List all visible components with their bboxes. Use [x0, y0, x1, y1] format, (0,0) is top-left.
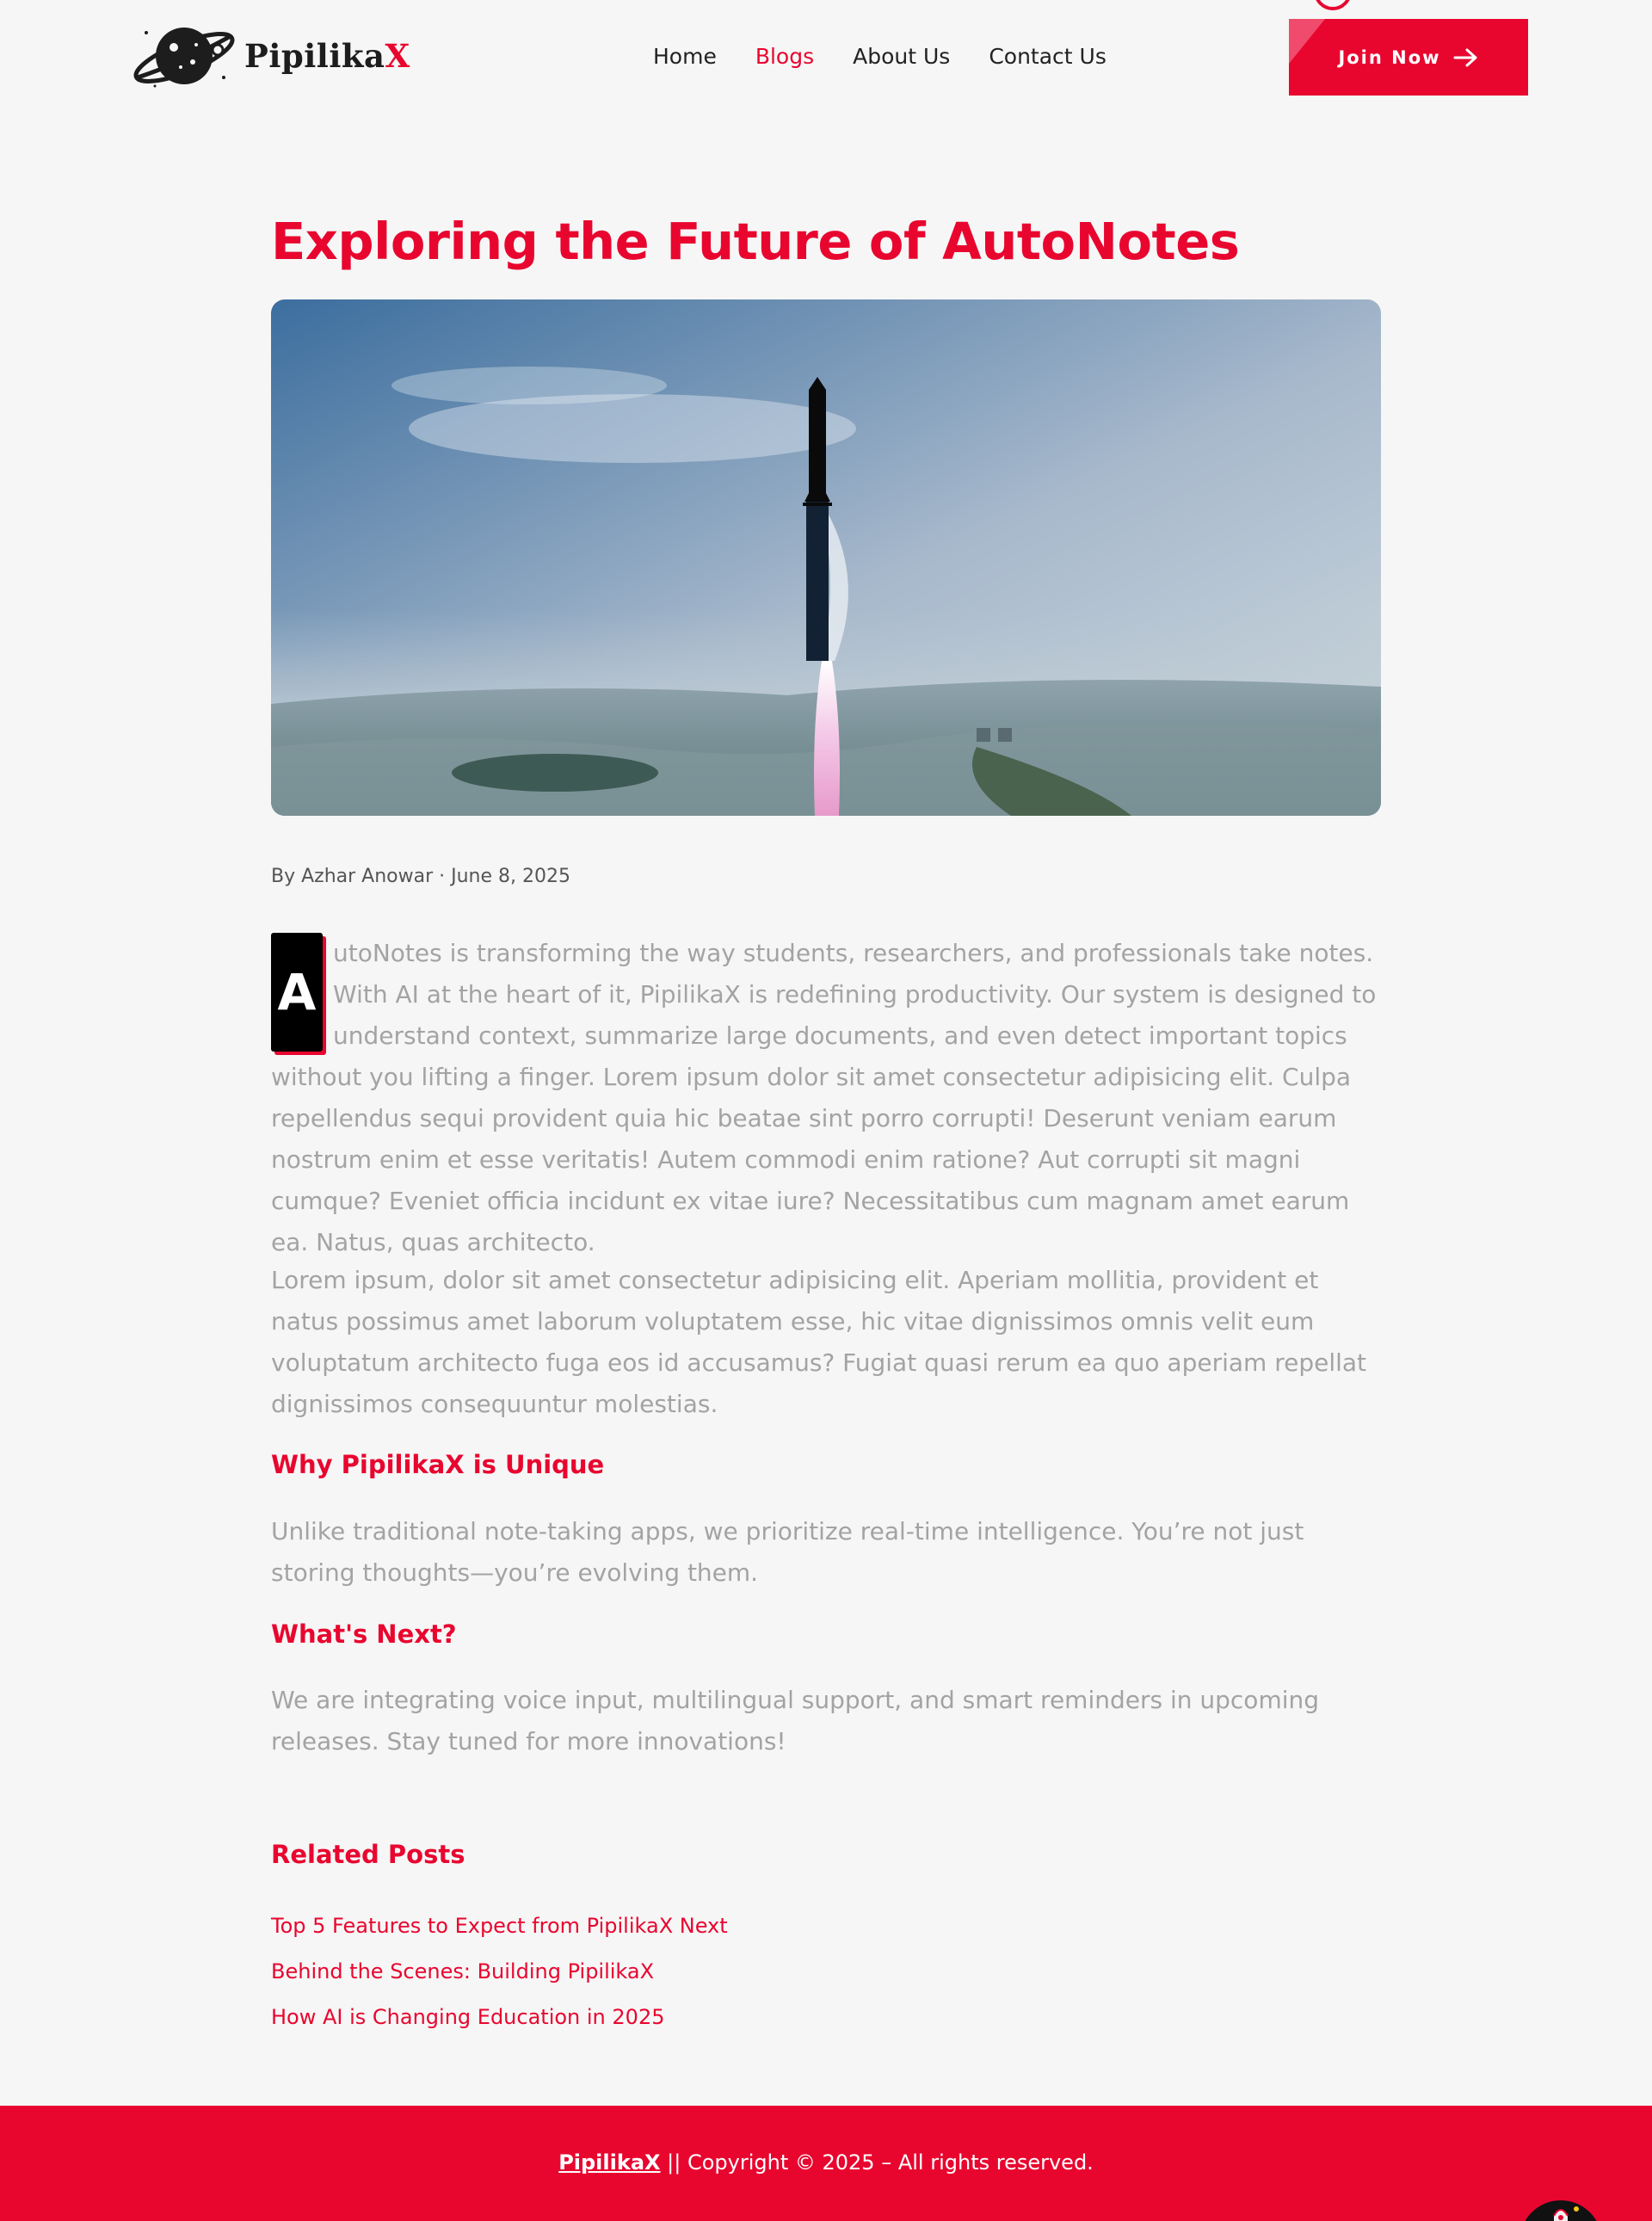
site-footer: PipilikaX || Copyright © 2025 – All righ…: [0, 2106, 1652, 2221]
nav-contact-us[interactable]: Contact Us: [989, 41, 1106, 72]
planet-emblem-icon: [133, 28, 235, 88]
article-paragraph: Lorem ipsum, dolor sit amet consectetur …: [271, 1266, 1367, 1418]
rocket-icon: [1553, 2206, 1579, 2221]
button-corner-accent: [1289, 19, 1325, 64]
related-posts-title: Related Posts: [271, 1840, 465, 1869]
hero-image: [271, 299, 1381, 816]
article-meta: By Azhar Anowar · June 8, 2025: [271, 866, 570, 887]
related-post-link[interactable]: Top 5 Features to Expect from PipilikaX …: [271, 1903, 728, 1949]
related-post-link[interactable]: Behind the Scenes: Building PipilikaX: [271, 1949, 728, 1995]
logo-text: PipilikaX: [244, 37, 410, 75]
site-header: PipilikaX Home Blogs About Us Contact Us…: [0, 0, 1652, 116]
related-posts-list: Top 5 Features to Expect from PipilikaX …: [271, 1903, 728, 2040]
nav-about-us[interactable]: About Us: [853, 41, 950, 72]
logo[interactable]: PipilikaX: [129, 17, 410, 95]
footer-brand-link[interactable]: PipilikaX: [558, 2150, 660, 2175]
main-nav: Home Blogs About Us Contact Us: [653, 41, 1145, 72]
scroll-top-button[interactable]: [1519, 2200, 1602, 2221]
nav-home[interactable]: Home: [653, 41, 717, 72]
section-heading: Why PipilikaX is Unique: [271, 1450, 605, 1479]
footer-copyright: || Copyright © 2025 – All rights reserve…: [660, 2150, 1094, 2175]
arrow-right-icon: [1453, 48, 1477, 66]
related-post-link[interactable]: How AI is Changing Education in 2025: [271, 1995, 728, 2040]
rocket-launch-image: [271, 299, 1381, 816]
join-now-button[interactable]: Join Now: [1289, 19, 1528, 96]
dropcap: A: [271, 933, 326, 1055]
page-title: Exploring the Future of AutoNotes: [271, 212, 1240, 271]
section-heading: What's Next?: [271, 1619, 457, 1649]
copyright-text: PipilikaX || Copyright © 2025 – All righ…: [0, 2150, 1652, 2175]
article-paragraph: A utoNotes is transforming the way stude…: [271, 933, 1381, 1263]
nav-blogs[interactable]: Blogs: [755, 41, 814, 72]
join-now-label: Join Now: [1338, 46, 1441, 68]
location-pin-icon: [1316, 0, 1350, 10]
paragraph-text: utoNotes is transforming the way student…: [271, 939, 1377, 1256]
article-paragraph: We are integrating voice input, multilin…: [271, 1686, 1320, 1755]
article-paragraph: Unlike traditional note-taking apps, we …: [271, 1517, 1304, 1587]
dropcap-letter: A: [271, 933, 323, 1052]
